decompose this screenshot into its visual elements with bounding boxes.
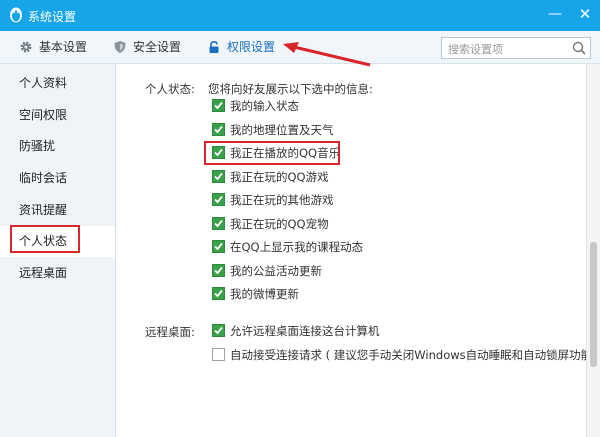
checkbox-label: 允许远程桌面连接这台计算机 [230, 324, 380, 338]
close-button[interactable]: ✕ [570, 0, 600, 31]
checkbox-label: 在QQ上显示我的课程动态 [230, 240, 364, 254]
tab-label: 基本设置 [39, 40, 88, 54]
checkbox-unchecked[interactable] [212, 348, 225, 361]
checkmark-icon [214, 242, 223, 251]
gear-icon [20, 41, 32, 53]
checkbox-checked[interactable] [212, 193, 225, 206]
section-description: 您将向好友展示以下选中的信息: [208, 82, 373, 96]
sidebar-item-news-reminder[interactable]: 资讯提醒 [0, 195, 115, 226]
title-bar: 系统设置 — ✕ [0, 0, 600, 31]
window-title: 系统设置 [28, 10, 77, 24]
tab-permission-settings[interactable]: 权限设置 [207, 31, 282, 63]
search-input[interactable]: 搜索设置项 [441, 37, 591, 59]
checkbox-checked[interactable] [212, 122, 225, 136]
sidebar-item-temp-session[interactable]: 临时会话 [0, 163, 115, 194]
minimize-button[interactable]: — [540, 0, 570, 31]
section-label-personal-status: 个人状态: [145, 82, 195, 96]
checkbox-checked[interactable] [212, 240, 225, 253]
scrollbar-thumb[interactable] [590, 242, 597, 367]
shield-icon [114, 41, 126, 53]
checkmark-icon [214, 326, 223, 335]
search-placeholder: 搜索设置项 [448, 43, 503, 56]
checkmark-icon [214, 266, 223, 274]
checkmark-icon [214, 125, 223, 133]
tab-security-settings[interactable]: 安全设置 [113, 31, 188, 63]
sidebar-item-space-permission[interactable]: 空间权限 [0, 100, 115, 131]
checkbox-checked[interactable] [212, 99, 225, 112]
checkbox-label: 自动接受连接请求 ( 建议您手动关闭Windows自动睡眠和自动锁屏功能 ) [230, 348, 600, 362]
checkmark-icon [214, 101, 223, 110]
checkbox-label: 我的微博更新 [230, 287, 299, 301]
annotation-highlight-box [204, 141, 340, 165]
checkbox-checked[interactable] [212, 263, 225, 277]
checkmark-icon [214, 195, 223, 204]
qq-penguin-icon [10, 7, 22, 23]
checkbox-label: 我的地理位置及天气 [230, 122, 334, 137]
checkbox-label: 我的公益活动更新 [230, 263, 322, 278]
checkbox-checked[interactable] [212, 169, 225, 183]
section-label-remote-desktop: 远程桌面: [145, 325, 195, 339]
sidebar-item-remote-desktop[interactable]: 远程桌面 [0, 258, 115, 289]
vertical-scrollbar[interactable] [586, 64, 600, 437]
checkbox-checked[interactable] [212, 324, 225, 337]
search-icon[interactable] [571, 40, 587, 56]
sidebar-item-profile[interactable]: 个人资料 [0, 68, 115, 99]
tab-basic-settings[interactable]: 基本设置 [19, 31, 94, 63]
sidebar-item-anti-harassment[interactable]: 防骚扰 [0, 131, 115, 162]
checkmark-icon [214, 289, 223, 298]
checkbox-label: 我正在玩的QQ游戏 [230, 169, 329, 184]
checkmark-icon [214, 172, 223, 180]
checkbox-label: 我正在玩的QQ宠物 [230, 216, 329, 231]
tab-label: 权限设置 [227, 40, 276, 54]
annotation-highlight-box [10, 225, 80, 253]
lock-icon [209, 40, 219, 53]
checkbox-checked[interactable] [212, 216, 225, 230]
settings-panel: 个人状态: 您将向好友展示以下选中的信息: 我的输入状态我的地理位置及天气 我正在… [116, 64, 600, 437]
tab-label: 安全设置 [133, 40, 182, 54]
checkbox-label: 我的输入状态 [230, 99, 299, 113]
checkmark-icon [214, 219, 223, 227]
checkbox-label: 我正在玩的其他游戏 [230, 193, 334, 207]
checkbox-checked[interactable] [212, 287, 225, 300]
